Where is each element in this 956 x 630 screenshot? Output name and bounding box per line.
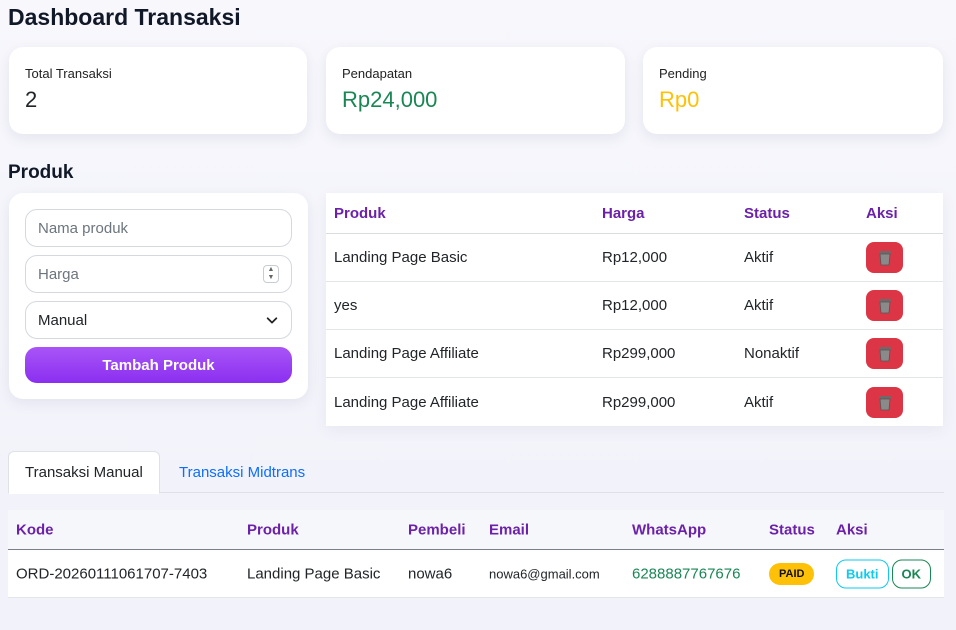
cell-harga: Rp12,000 (602, 249, 668, 266)
cell-produk: Landing Page Affiliate (334, 393, 479, 411)
stat-card-pendapatan: Pendapatan Rp24,000 (326, 47, 625, 134)
trash-icon (878, 299, 891, 314)
trash-icon (878, 347, 891, 362)
placeholder: Nama produk (38, 219, 129, 237)
col-header: WhatsApp (632, 521, 707, 538)
page-title: Dashboard Transaksi (8, 4, 241, 30)
ok-button[interactable]: OK (891, 559, 931, 588)
tab-transaksi-manual[interactable]: Transaksi Manual (8, 451, 160, 494)
selected-value: Manual (38, 311, 88, 329)
delete-button[interactable] (866, 338, 903, 369)
col-header: Status (769, 521, 815, 538)
product-type-select[interactable]: Manual (25, 301, 292, 339)
bukti-button[interactable]: Bukti (836, 559, 889, 588)
stat-label: Pending (659, 66, 707, 81)
cell-status: Aktif (744, 297, 774, 314)
stat-label: Total Transaksi (25, 66, 112, 81)
cell-harga: Rp299,000 (602, 345, 676, 362)
cell-produk: Landing Page Basic (247, 565, 381, 582)
table-header: Kode Produk Pembeli Email WhatsApp Statu… (8, 510, 944, 550)
cell-kode: ORD-20260111061707-7403 (16, 565, 208, 582)
col-header: Aksi (836, 521, 868, 538)
tab-transaksi-midtrans[interactable]: Transaksi Midtrans (163, 451, 321, 493)
table-row: Landing Page Affiliate Rp299,000 Nonakti… (326, 330, 943, 378)
add-product-button[interactable]: Tambah Produk (25, 347, 292, 383)
col-header: Kode (16, 521, 54, 538)
product-table: Produk Harga Status Aksi Landing Page Ba… (326, 193, 943, 426)
stat-value: Rp0 (659, 87, 700, 112)
stat-card-total: Total Transaksi 2 (9, 47, 307, 134)
col-header: Email (489, 521, 530, 538)
col-header: Harga (602, 204, 645, 222)
table-header: Produk Harga Status Aksi (326, 193, 943, 234)
section-title-produk: Produk (8, 162, 74, 183)
placeholder: Harga (38, 265, 79, 283)
stat-value: Rp24,000 (342, 87, 438, 112)
col-header: Pembeli (408, 521, 466, 538)
table-row: Landing Page Affiliate Rp299,000 Aktif (326, 378, 943, 426)
delete-button[interactable] (866, 290, 903, 321)
cell-email: nowa6@gmail.com (489, 566, 600, 581)
cell-status: Nonaktif (744, 345, 800, 362)
trash-icon (878, 395, 891, 410)
stat-value: 2 (25, 87, 38, 112)
stat-label: Pendapatan (342, 66, 413, 81)
cell-produk: Landing Page Basic (334, 249, 468, 266)
table-row: ORD-20260111061707-7403 Landing Page Bas… (8, 550, 944, 598)
col-header: Produk (334, 204, 386, 222)
cell-produk: yes (334, 297, 358, 314)
cell-harga: Rp299,000 (602, 393, 676, 411)
cell-harga: Rp12,000 (602, 297, 668, 314)
cell-pembeli: nowa6 (408, 565, 453, 582)
delete-button[interactable] (866, 386, 903, 418)
col-header: Status (744, 204, 790, 222)
transaction-table: Kode Produk Pembeli Email WhatsApp Statu… (8, 510, 944, 598)
delete-button[interactable] (866, 242, 903, 273)
product-name-input[interactable]: Nama produk (25, 209, 292, 247)
number-spinner-icon[interactable]: ▲ ▼ (263, 265, 279, 283)
table-row: Landing Page Basic Rp12,000 Aktif (326, 234, 943, 282)
whatsapp-link[interactable]: 6288887767676 (632, 565, 740, 582)
add-product-form: Nama produk Harga ▲ ▼ Manual Tambah Produ… (9, 193, 308, 399)
status-badge: PAID (769, 562, 815, 585)
chevron-down-icon (266, 317, 278, 324)
product-price-input[interactable]: Harga ▲ ▼ (25, 255, 292, 293)
cell-produk: Landing Page Affiliate (334, 345, 479, 362)
cell-status: Aktif (744, 393, 774, 411)
col-header: Produk (247, 521, 299, 538)
col-header: Aksi (866, 204, 898, 222)
cell-status: Aktif (744, 249, 774, 266)
stat-card-pending: Pending Rp0 (643, 47, 943, 134)
action-group: Bukti OK (836, 559, 931, 588)
table-row: yes Rp12,000 Aktif (326, 282, 943, 330)
trash-icon (878, 251, 891, 266)
transaction-tabs: Transaksi Manual Transaksi Midtrans (8, 451, 944, 494)
